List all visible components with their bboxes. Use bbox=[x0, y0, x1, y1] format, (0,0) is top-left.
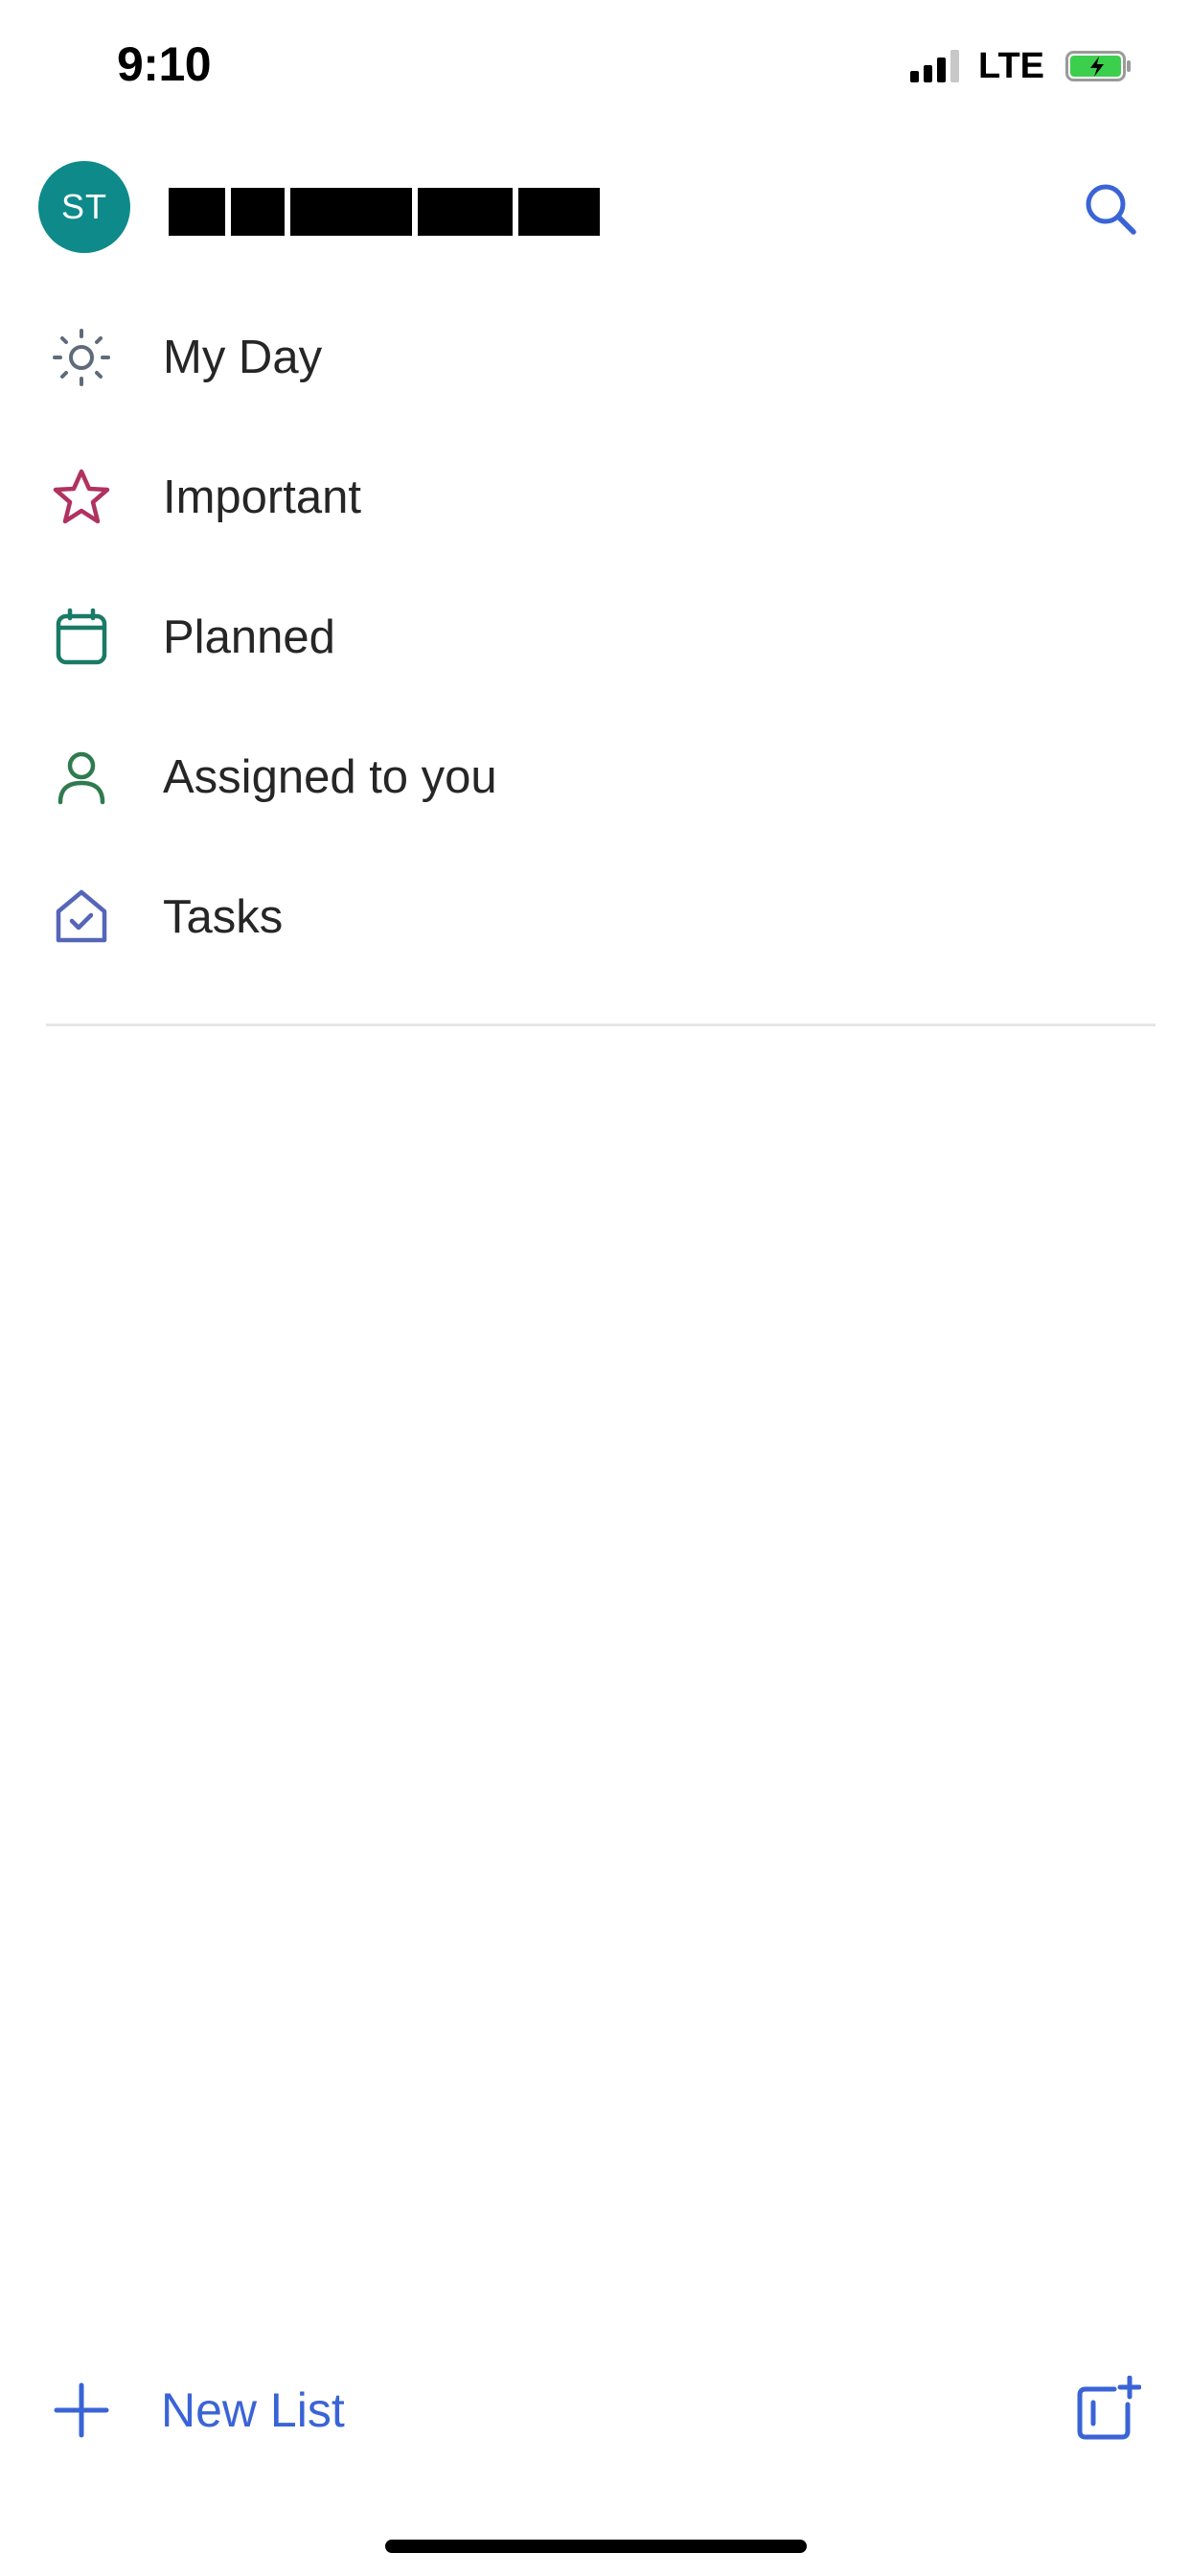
search-icon bbox=[1086, 184, 1136, 235]
new-list-button[interactable]: New List bbox=[48, 2367, 345, 2453]
plus-icon bbox=[48, 2377, 115, 2444]
new-group-button[interactable] bbox=[1067, 2369, 1148, 2450]
calendar-icon bbox=[48, 604, 115, 671]
nav-item-planned[interactable]: Planned bbox=[0, 567, 1190, 707]
person-icon bbox=[48, 744, 115, 811]
status-time: 9:10 bbox=[117, 37, 212, 91]
status-icons: LTE bbox=[910, 42, 1133, 90]
home-indicator[interactable] bbox=[385, 2540, 807, 2553]
search-button[interactable] bbox=[1077, 175, 1144, 242]
account-name-redacted[interactable] bbox=[169, 188, 600, 236]
home-check-icon bbox=[48, 884, 115, 951]
nav-label: Important bbox=[163, 472, 361, 523]
nav-item-important[interactable]: Important bbox=[0, 427, 1190, 567]
nav-label: Planned bbox=[163, 611, 335, 663]
sun-icon bbox=[48, 324, 115, 391]
smart-lists: My Day Important Planned Assigned to you… bbox=[0, 288, 1190, 987]
divider bbox=[46, 1024, 1156, 1026]
avatar[interactable]: ST bbox=[38, 161, 130, 253]
signal-icon bbox=[910, 50, 960, 82]
star-icon bbox=[48, 464, 115, 531]
nav-label: Tasks bbox=[163, 891, 284, 943]
nav-item-my-day[interactable]: My Day bbox=[0, 288, 1190, 427]
nav-label: My Day bbox=[163, 332, 323, 383]
battery-charging-icon bbox=[1065, 51, 1133, 81]
nav-label: Assigned to you bbox=[163, 751, 497, 803]
new-group-icon bbox=[1077, 2376, 1141, 2440]
network-type: LTE bbox=[978, 45, 1044, 86]
new-list-label: New List bbox=[161, 2383, 345, 2437]
nav-item-assigned-to-you[interactable]: Assigned to you bbox=[0, 707, 1190, 847]
nav-item-tasks[interactable]: Tasks bbox=[0, 847, 1190, 987]
